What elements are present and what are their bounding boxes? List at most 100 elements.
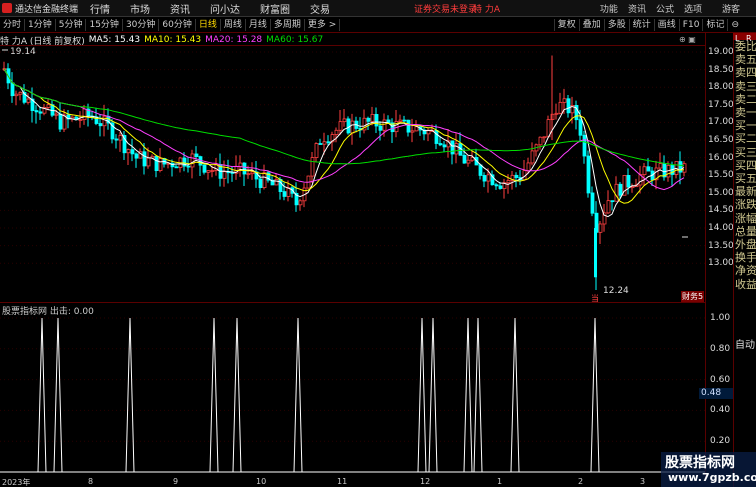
candle-down xyxy=(582,134,587,157)
candle-up xyxy=(674,161,679,175)
watermark-title: 股票指标网 xyxy=(665,455,735,471)
candle-up xyxy=(554,112,559,115)
candle-up xyxy=(222,171,227,179)
side-panel-item: 买五 xyxy=(735,172,756,185)
candle-up xyxy=(562,98,567,103)
signal-pulse xyxy=(473,317,483,473)
auto-button[interactable]: 自动 xyxy=(735,336,755,351)
candle-down xyxy=(434,130,439,144)
signal-pulse xyxy=(417,317,427,473)
candle-down xyxy=(438,143,443,146)
candle-up xyxy=(606,200,611,214)
candle-down xyxy=(154,155,159,171)
indicator-tick-label: 0.60 xyxy=(710,374,731,385)
candle-down xyxy=(462,154,467,164)
side-panel-item: 买一 xyxy=(735,119,756,133)
candle-up xyxy=(334,129,339,135)
candle-down xyxy=(618,183,623,196)
candle-up xyxy=(210,170,215,172)
price-tick-label: 15.50 xyxy=(708,170,734,181)
candle-up xyxy=(382,119,387,131)
watermark-url: www.7gpzb.com xyxy=(668,471,756,484)
candle-down xyxy=(378,125,383,131)
candle-up xyxy=(526,162,531,172)
candle-up xyxy=(538,136,543,146)
axis-divider xyxy=(705,33,706,477)
candle-down xyxy=(282,191,287,197)
candle-up xyxy=(370,114,375,122)
side-panel-item: 买三 xyxy=(735,145,756,159)
date-label: 11 xyxy=(337,477,348,486)
side-panel-item: 涨跌 xyxy=(735,198,756,212)
signal-pulse xyxy=(463,317,473,473)
candle-down xyxy=(678,161,683,173)
candle-up xyxy=(18,91,23,95)
candle-up xyxy=(146,157,151,167)
candle-up xyxy=(466,159,471,164)
candle-down xyxy=(130,149,135,155)
side-panel-item: 卖二 xyxy=(735,92,756,106)
candle-up xyxy=(126,149,131,154)
price-tick-label: 15.00 xyxy=(708,187,734,198)
indicator-tick-label: 0.80 xyxy=(710,343,731,354)
candle-up xyxy=(598,223,603,233)
candle-up xyxy=(398,119,403,122)
candle-up xyxy=(190,153,195,168)
candle-down xyxy=(590,192,595,214)
price-tick-label: 16.50 xyxy=(708,135,734,145)
candle-down xyxy=(114,138,119,141)
minimize-icon[interactable]: ⊖ xyxy=(727,19,742,31)
candle-up xyxy=(246,173,251,176)
mark-button[interactable]: 标记 xyxy=(702,19,727,31)
signal-pulse xyxy=(428,317,438,473)
candle-up xyxy=(530,150,535,164)
signal-pulse xyxy=(53,317,63,473)
date-label: 2023年 xyxy=(2,478,31,487)
candle-up xyxy=(342,118,347,123)
candle-down xyxy=(646,166,651,172)
candle-down xyxy=(202,164,207,173)
candle-up xyxy=(102,115,107,127)
candle-up xyxy=(630,186,635,189)
candle-down xyxy=(586,155,591,194)
signal-pulse xyxy=(37,317,47,473)
side-panel-item: 卖四 xyxy=(735,66,756,80)
candle-down xyxy=(514,174,519,178)
candle-up xyxy=(14,93,19,97)
price-tick-label: 17.50 xyxy=(708,99,734,110)
candle-up xyxy=(558,101,563,114)
candle-up xyxy=(262,172,267,188)
candle-up xyxy=(274,179,279,186)
price-tick-label: 18.00 xyxy=(708,82,734,93)
date-label: 3 xyxy=(640,477,646,486)
candle-up xyxy=(118,135,123,141)
date-label: 1 xyxy=(497,477,503,486)
low-spike-candle xyxy=(594,228,597,278)
indicator-tick-label: 1.00 xyxy=(710,313,731,323)
side-panel-item: 卖一 xyxy=(735,106,756,119)
candle-down xyxy=(258,178,263,188)
candle-down xyxy=(402,119,407,122)
candle-down xyxy=(174,166,179,169)
candle-down xyxy=(626,175,631,188)
candle-up xyxy=(54,113,59,116)
chart-canvas xyxy=(0,49,705,473)
candle-down xyxy=(494,184,499,187)
date-label: 12 xyxy=(420,477,431,486)
candle-up xyxy=(426,130,431,135)
candle-up xyxy=(350,120,355,134)
candle-down xyxy=(498,185,503,189)
candle-down xyxy=(346,118,351,134)
candle-up xyxy=(78,119,83,121)
candle-up xyxy=(642,166,647,176)
candle-up xyxy=(338,121,343,131)
candle-up xyxy=(614,183,619,202)
candle-down xyxy=(482,175,487,182)
signal-pulse xyxy=(209,317,219,473)
ma10-line xyxy=(3,68,685,204)
candle-up xyxy=(658,163,663,169)
date-label: 10 xyxy=(256,477,267,486)
candle-down xyxy=(366,117,371,122)
guest-user[interactable]: 游客 xyxy=(722,2,740,15)
candle-down xyxy=(406,119,411,133)
